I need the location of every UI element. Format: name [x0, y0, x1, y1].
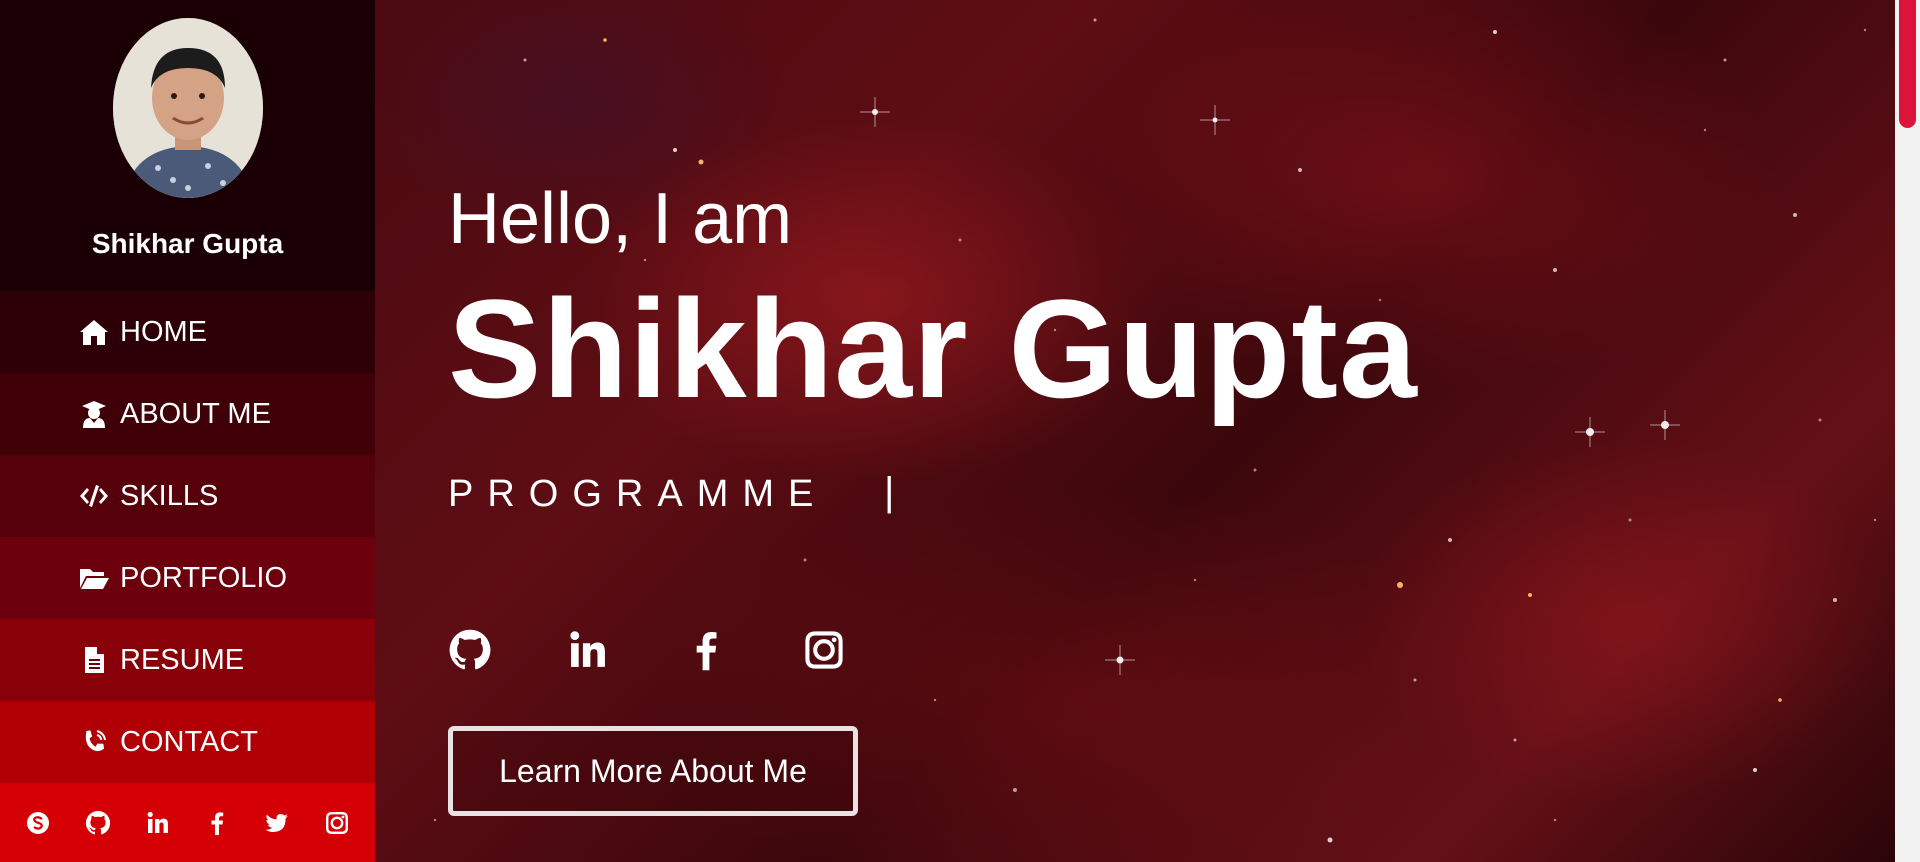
nav-item-resume[interactable]: RESUME: [0, 619, 375, 701]
nav-label-resume: RESUME: [120, 643, 245, 676]
page-scrollbar[interactable]: [1895, 0, 1920, 862]
profile-name: Shikhar Gupta: [91, 228, 284, 259]
learn-more-button[interactable]: Learn More About Me: [448, 726, 858, 816]
sidebar-social-bar: [0, 783, 375, 862]
linkedin-icon[interactable]: [566, 628, 610, 672]
github-icon[interactable]: [84, 809, 112, 837]
linkedin-icon[interactable]: [144, 809, 172, 837]
user-graduate-icon: [76, 398, 112, 430]
skype-icon[interactable]: [24, 809, 52, 837]
nav-item-home[interactable]: HOME: [0, 291, 375, 373]
hero-role-typing: PROGRAMME: [448, 473, 828, 515]
instagram-icon[interactable]: [323, 809, 351, 837]
nav-label-portfolio: PORTFOLIO: [120, 561, 288, 594]
hero-greeting: Hello, I am: [448, 179, 793, 259]
folder-open-icon: [76, 562, 112, 594]
instagram-icon[interactable]: [802, 628, 846, 672]
hero-section: Hello, I am Shikhar Gupta PROGRAMME | Le…: [375, 0, 1895, 862]
hero-social-links: [448, 628, 846, 672]
nav-label-contact: CONTACT: [120, 725, 259, 758]
sidebar: Shikhar Gupta HOME ABOUT ME SKILLS PORTF…: [0, 0, 375, 862]
nav-item-about[interactable]: ABOUT ME: [0, 373, 375, 455]
hero-name: Shikhar Gupta: [448, 270, 1418, 427]
nav-label-about: ABOUT ME: [120, 397, 271, 430]
scrollbar-thumb[interactable]: [1899, 0, 1916, 128]
main-nav: HOME ABOUT ME SKILLS PORTFOLIO RESUME CO…: [0, 291, 375, 783]
typing-cursor: |: [884, 470, 895, 514]
phone-icon: [76, 726, 112, 758]
facebook-icon[interactable]: [684, 628, 728, 672]
avatar: [112, 18, 263, 198]
twitter-icon[interactable]: [263, 809, 291, 837]
profile-section: Shikhar Gupta: [0, 0, 375, 291]
nav-label-skills: SKILLS: [120, 479, 219, 512]
nav-item-skills[interactable]: SKILLS: [0, 455, 375, 537]
file-icon: [76, 644, 112, 676]
home-icon: [76, 316, 112, 348]
github-icon[interactable]: [448, 628, 492, 672]
code-icon: [76, 480, 112, 512]
nav-item-contact[interactable]: CONTACT: [0, 701, 375, 783]
nav-item-portfolio[interactable]: PORTFOLIO: [0, 537, 375, 619]
facebook-icon[interactable]: [203, 809, 231, 837]
nav-label-home: HOME: [120, 315, 207, 348]
